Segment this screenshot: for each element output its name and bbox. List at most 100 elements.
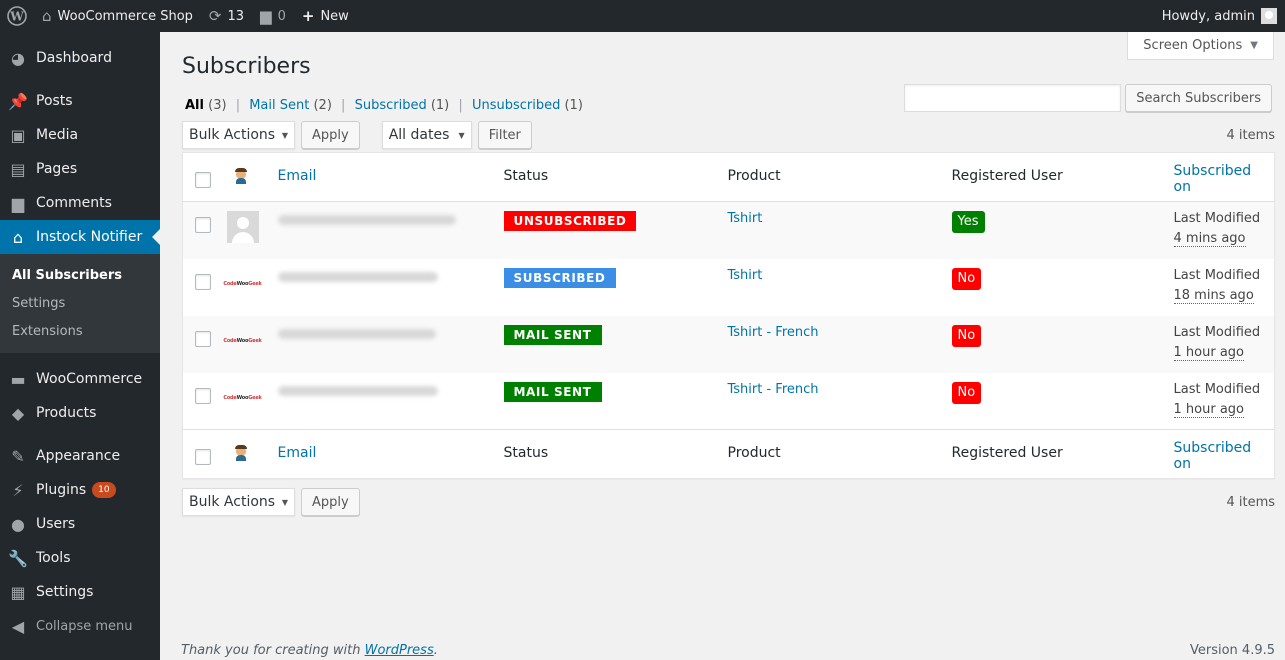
plugins-update-badge: 10 xyxy=(92,482,116,498)
view-unsubscribed[interactable]: Unsubscribed xyxy=(472,98,560,113)
screen-options-button[interactable]: Screen Options ▼ xyxy=(1127,32,1274,60)
product-link[interactable]: Tshirt - French xyxy=(728,382,819,397)
row-checkbox[interactable] xyxy=(195,387,211,404)
view-all-count: (3) xyxy=(208,98,227,113)
subscribed-on-cell: Last Modified 4 mins ago xyxy=(1173,209,1265,249)
sidebar-item-label: Comments xyxy=(36,195,112,211)
sidebar-item-label: Appearance xyxy=(36,448,121,464)
table-header-row: Email Status Product Registered User Sub… xyxy=(182,152,1275,202)
row-checkbox[interactable] xyxy=(195,330,211,347)
date-filter-select[interactable]: All dates ▼ xyxy=(381,121,472,149)
sidebar-item-pages[interactable]: ▤ Pages xyxy=(0,152,160,186)
submenu-extensions[interactable]: Extensions xyxy=(0,317,160,345)
greeting: Howdy, admin xyxy=(1161,8,1255,24)
brush-icon: ✎ xyxy=(11,446,25,466)
sidebar-item-media[interactable]: ▣ Media xyxy=(0,118,160,152)
wordpress-logo-icon[interactable]: W xyxy=(0,0,34,32)
bulk-actions-select[interactable]: Bulk Actions ▼ xyxy=(182,488,295,516)
row-checkbox[interactable] xyxy=(195,217,211,233)
comment-icon: ▆ xyxy=(260,7,272,25)
sidebar-item-users[interactable]: ● Users xyxy=(0,507,160,541)
product-link[interactable]: Tshirt xyxy=(728,268,763,283)
submenu-all-subscribers[interactable]: All Subscribers xyxy=(0,261,160,289)
apply-button[interactable]: Apply xyxy=(301,121,360,149)
search-input[interactable] xyxy=(904,84,1122,112)
tablenav-bottom: Bulk Actions ▼ Apply 4 items xyxy=(182,488,1275,518)
sidebar-item-posts[interactable]: 📌 Posts xyxy=(0,84,160,118)
view-all[interactable]: All xyxy=(185,98,204,113)
sidebar-item-plugins[interactable]: ⚡ Plugins 10 xyxy=(0,473,160,507)
column-email[interactable]: Email xyxy=(278,445,317,461)
admin-sidebar: ◕ Dashboard 📌 Posts ▣ Media ▤ Pages ▆ Co… xyxy=(0,32,160,660)
avatar-column-icon xyxy=(233,168,249,184)
email-redacted xyxy=(277,328,436,339)
column-status: Status xyxy=(503,445,549,461)
wordpress-link[interactable]: WordPress xyxy=(365,643,434,658)
sidebar-item-label: Plugins xyxy=(36,482,87,498)
avatar: CodeWooGeek xyxy=(223,280,262,287)
column-subscribed-on[interactable]: Subscribed on xyxy=(1174,163,1252,195)
row-checkbox[interactable] xyxy=(195,273,211,290)
dashboard-icon: ◕ xyxy=(11,48,25,68)
product-link[interactable]: Tshirt xyxy=(728,211,763,226)
pin-icon: 📌 xyxy=(8,91,28,111)
collapse-menu-button[interactable]: ◀ Collapse menu xyxy=(0,609,160,643)
avatar xyxy=(226,211,259,243)
sidebar-item-label: Pages xyxy=(36,161,78,177)
column-subscribed-on[interactable]: Subscribed on xyxy=(1174,440,1252,472)
view-mail-sent[interactable]: Mail Sent xyxy=(249,98,309,113)
sidebar-item-settings[interactable]: ▦ Settings xyxy=(0,575,160,609)
column-email[interactable]: Email xyxy=(278,168,317,184)
screen-options-label: Screen Options xyxy=(1143,38,1243,53)
chevron-down-icon: ▼ xyxy=(281,497,288,507)
caret-down-icon: ▼ xyxy=(1250,40,1258,51)
user-icon: ● xyxy=(11,514,25,534)
modified-label: Last Modified xyxy=(1173,324,1261,340)
collapse-label: Collapse menu xyxy=(36,618,133,634)
select-all-checkbox[interactable] xyxy=(195,172,211,188)
sidebar-item-label: Users xyxy=(36,516,76,532)
woo-icon: ▬ xyxy=(10,369,26,389)
updates-link[interactable]: ⟳ 13 xyxy=(201,0,252,32)
search-box: Search Subscribers xyxy=(904,84,1272,112)
status-badge: MAIL SENT xyxy=(503,324,602,345)
bulk-actions-select[interactable]: Bulk Actions ▼ xyxy=(182,121,295,149)
apply-button[interactable]: Apply xyxy=(301,488,360,516)
new-content-link[interactable]: + New xyxy=(294,0,357,32)
comments-link[interactable]: ▆ 0 xyxy=(252,0,294,32)
subscribed-on-cell: Last Modified 1 hour ago xyxy=(1173,323,1265,363)
footer-thanks-text: Thank you for creating with xyxy=(181,643,361,658)
submenu-settings[interactable]: Settings xyxy=(0,289,160,317)
my-account-link[interactable]: Howdy, admin xyxy=(1154,0,1285,32)
product-link[interactable]: Tshirt - French xyxy=(728,325,819,340)
column-status: Status xyxy=(503,168,549,184)
modified-ago: 4 mins ago xyxy=(1173,231,1246,247)
sidebar-item-tools[interactable]: 🔧 Tools xyxy=(0,541,160,575)
wrench-icon: 🔧 xyxy=(8,548,28,568)
email-redacted xyxy=(277,385,438,396)
sidebar-item-dashboard[interactable]: ◕ Dashboard xyxy=(0,41,160,75)
registered-badge: Yes xyxy=(951,211,985,233)
search-subscribers-button[interactable]: Search Subscribers xyxy=(1125,84,1272,112)
sidebar-item-instock-notifier[interactable]: ⌂ Instock Notifier xyxy=(0,220,160,254)
sidebar-item-label: Tools xyxy=(36,550,71,566)
sidebar-item-label: Dashboard xyxy=(36,50,112,66)
comments-count: 0 xyxy=(277,8,286,24)
site-name-link[interactable]: ⌂ WooCommerce Shop xyxy=(34,0,201,32)
sidebar-item-woocommerce[interactable]: ▬ WooCommerce xyxy=(0,362,160,396)
footer-thanks: Thank you for creating with WordPress. xyxy=(181,643,438,658)
avatar: CodeWooGeek xyxy=(223,394,262,401)
view-subscribed[interactable]: Subscribed xyxy=(355,98,427,113)
svg-text:W: W xyxy=(9,10,24,24)
status-badge: SUBSCRIBED xyxy=(503,267,616,288)
filter-button[interactable]: Filter xyxy=(477,121,532,149)
new-label: New xyxy=(320,8,349,24)
table-row: CodeWooGeek MAIL SENT Tshirt - French No… xyxy=(183,373,1275,430)
select-all-checkbox[interactable] xyxy=(195,449,211,465)
sidebar-item-products[interactable]: ◆ Products xyxy=(0,396,160,430)
column-registered-user: Registered User xyxy=(951,445,1063,461)
instock-submenu: All Subscribers Settings Extensions xyxy=(0,254,160,353)
sidebar-item-appearance[interactable]: ✎ Appearance xyxy=(0,439,160,473)
sidebar-item-comments[interactable]: ▆ Comments xyxy=(0,186,160,220)
status-views: All (3) | Mail Sent (2) | Subscribed (1)… xyxy=(185,98,583,113)
